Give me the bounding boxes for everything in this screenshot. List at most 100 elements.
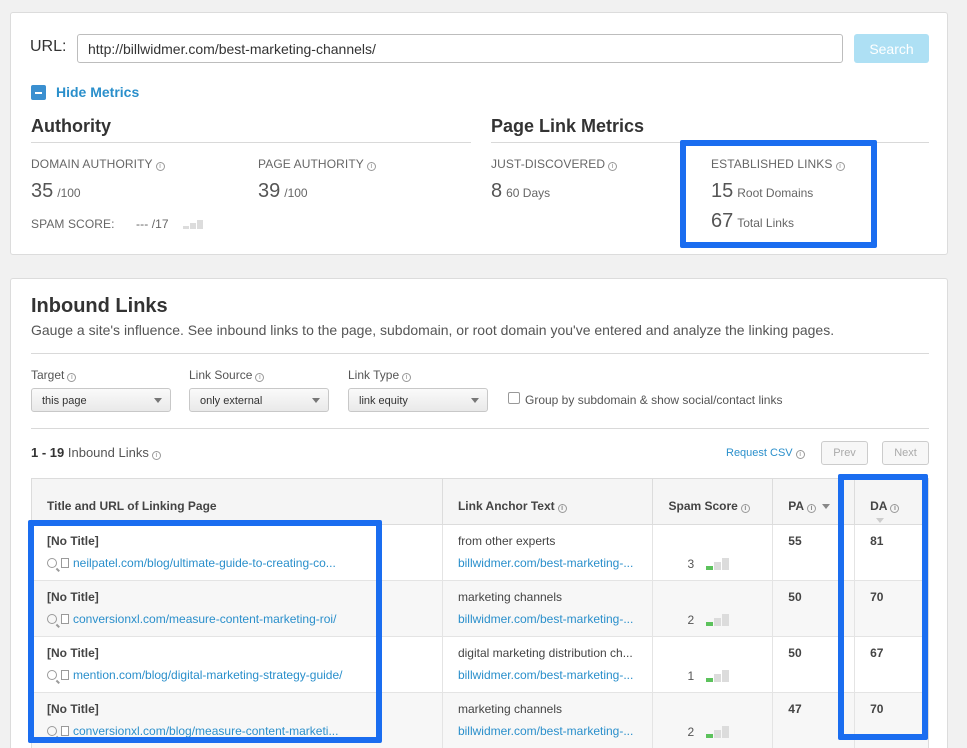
divider bbox=[31, 353, 929, 354]
info-icon[interactable]: i bbox=[155, 162, 165, 171]
spam-bars-icon bbox=[706, 557, 730, 570]
spam-cell: 2 bbox=[653, 581, 774, 636]
spam-cell: 3 bbox=[653, 525, 774, 580]
anchor-cell: marketing channels billwidmer.com/best-m… bbox=[443, 581, 654, 636]
target-url-link[interactable]: billwidmer.com/best-marketing-... bbox=[458, 556, 638, 570]
table-row: [No Title] conversionxl.com/measure-cont… bbox=[32, 581, 928, 637]
anchor-text: from other experts bbox=[457, 534, 556, 548]
info-icon[interactable]: i bbox=[608, 162, 618, 171]
spam-score-value: 1 bbox=[687, 668, 695, 683]
link-source-label: Link Source i bbox=[189, 368, 265, 382]
table-row: [No Title] conversionxl.com/blog/measure… bbox=[32, 693, 928, 748]
link-type-select[interactable]: link equity bbox=[348, 388, 488, 412]
page-authority-value: 39/100 bbox=[258, 180, 308, 202]
prev-button[interactable]: Prev bbox=[821, 441, 868, 465]
anchor-cell: from other experts billwidmer.com/best-m… bbox=[443, 525, 654, 580]
next-button[interactable]: Next bbox=[882, 441, 929, 465]
copy-icon[interactable] bbox=[61, 670, 69, 680]
link-type-label: Link Type i bbox=[348, 368, 412, 382]
chevron-down-icon bbox=[312, 398, 320, 403]
info-icon[interactable]: i bbox=[795, 450, 805, 459]
target-select[interactable]: this page bbox=[31, 388, 171, 412]
search-icon[interactable] bbox=[47, 614, 57, 624]
info-icon[interactable]: i bbox=[255, 373, 265, 382]
search-button[interactable]: Search bbox=[854, 34, 929, 63]
table-header: Title and URL of Linking Page Link Ancho… bbox=[32, 479, 928, 525]
chevron-down-icon bbox=[154, 398, 162, 403]
group-subdomain-label: Group by subdomain & show social/contact… bbox=[525, 393, 783, 407]
authority-title: Authority bbox=[31, 116, 111, 136]
info-icon[interactable]: i bbox=[740, 504, 750, 513]
search-icon[interactable] bbox=[47, 726, 57, 736]
title-url-cell: [No Title] neilpatel.com/blog/ultimate-g… bbox=[32, 525, 443, 580]
info-icon[interactable]: i bbox=[67, 373, 77, 382]
title-url-cell: [No Title] conversionxl.com/measure-cont… bbox=[32, 581, 443, 636]
linking-page-link[interactable]: conversionxl.com/measure-content-marketi… bbox=[47, 612, 427, 626]
sort-icon[interactable] bbox=[876, 518, 885, 523]
divider bbox=[31, 142, 471, 143]
inbound-links-description: Gauge a site's influence. See inbound li… bbox=[31, 322, 835, 338]
linking-page-link[interactable]: mention.com/blog/digital-marketing-strat… bbox=[47, 668, 427, 682]
sort-icon[interactable] bbox=[822, 504, 831, 509]
metrics-panel: URL: Search Hide Metrics Authority DOMAI… bbox=[10, 12, 948, 255]
link-source-select[interactable]: only external bbox=[189, 388, 329, 412]
copy-icon[interactable] bbox=[61, 614, 69, 624]
page-link-metrics-title: Page Link Metrics bbox=[491, 116, 645, 136]
target-url-link[interactable]: billwidmer.com/best-marketing-... bbox=[458, 724, 638, 738]
column-anchor[interactable]: Link Anchor Text i bbox=[443, 479, 654, 524]
info-icon[interactable]: i bbox=[807, 504, 817, 513]
info-icon[interactable]: i bbox=[890, 504, 900, 513]
table-body: [No Title] neilpatel.com/blog/ultimate-g… bbox=[32, 525, 928, 748]
column-da[interactable]: DA i bbox=[855, 479, 928, 524]
column-spam[interactable]: Spam Score i bbox=[653, 479, 774, 524]
url-label: URL: bbox=[30, 38, 67, 55]
inbound-links-panel: Inbound Links Gauge a site's influence. … bbox=[10, 278, 948, 748]
target-url-link[interactable]: billwidmer.com/best-marketing-... bbox=[458, 668, 638, 682]
pa-value: 47 bbox=[773, 693, 856, 748]
anchor-text: digital marketing distribution ch... bbox=[457, 646, 633, 660]
spam-bars-icon bbox=[182, 220, 203, 229]
hide-metrics-toggle[interactable]: Hide Metrics bbox=[31, 84, 139, 100]
hide-metrics-label: Hide Metrics bbox=[56, 84, 140, 100]
copy-icon[interactable] bbox=[61, 558, 69, 568]
info-icon[interactable]: i bbox=[557, 504, 567, 513]
inbound-count: 1 - 19 Inbound Links i bbox=[31, 445, 161, 460]
anchor-cell: marketing channels billwidmer.com/best-m… bbox=[443, 693, 654, 748]
spam-bars-icon bbox=[706, 613, 730, 626]
title-url-cell: [No Title] conversionxl.com/blog/measure… bbox=[32, 693, 443, 748]
page-authority-label: PAGE AUTHORITY i bbox=[258, 157, 376, 171]
pa-value: 55 bbox=[773, 525, 856, 580]
spam-score-value: 3 bbox=[687, 556, 695, 571]
page-title: [No Title] bbox=[47, 534, 99, 548]
established-links-label: ESTABLISHED LINKS i bbox=[711, 157, 845, 171]
linking-page-link[interactable]: conversionxl.com/blog/measure-content-ma… bbox=[47, 724, 427, 738]
divider bbox=[31, 428, 929, 429]
spam-score-value: --- /17 bbox=[136, 217, 203, 231]
linking-page-link[interactable]: neilpatel.com/blog/ultimate-guide-to-cre… bbox=[47, 556, 427, 570]
column-pa[interactable]: PA i bbox=[773, 479, 856, 524]
divider bbox=[491, 142, 929, 143]
copy-icon[interactable] bbox=[61, 726, 69, 736]
page-title: [No Title] bbox=[47, 646, 99, 660]
search-icon[interactable] bbox=[47, 558, 57, 568]
spam-bars-icon bbox=[706, 725, 730, 738]
info-icon[interactable]: i bbox=[835, 162, 845, 171]
da-value: 70 bbox=[870, 702, 884, 716]
spam-bars-icon bbox=[706, 669, 730, 682]
request-csv-link[interactable]: Request CSV i bbox=[726, 447, 805, 459]
target-url-link[interactable]: billwidmer.com/best-marketing-... bbox=[458, 612, 638, 626]
anchor-text: marketing channels bbox=[457, 702, 563, 716]
inbound-links-title: Inbound Links bbox=[31, 295, 168, 317]
group-subdomain-checkbox[interactable] bbox=[508, 392, 520, 404]
chevron-down-icon bbox=[471, 398, 479, 403]
search-icon[interactable] bbox=[47, 670, 57, 680]
column-title-url[interactable]: Title and URL of Linking Page bbox=[32, 479, 443, 524]
info-icon[interactable]: i bbox=[402, 373, 412, 382]
info-icon[interactable]: i bbox=[366, 162, 376, 171]
info-icon[interactable]: i bbox=[151, 451, 161, 460]
total-links-value: 67 Total Links bbox=[711, 210, 794, 232]
url-input[interactable] bbox=[77, 34, 843, 63]
spam-score-value: 2 bbox=[687, 724, 695, 739]
domain-authority-label: DOMAIN AUTHORITY i bbox=[31, 157, 165, 171]
page-title: [No Title] bbox=[47, 590, 99, 604]
